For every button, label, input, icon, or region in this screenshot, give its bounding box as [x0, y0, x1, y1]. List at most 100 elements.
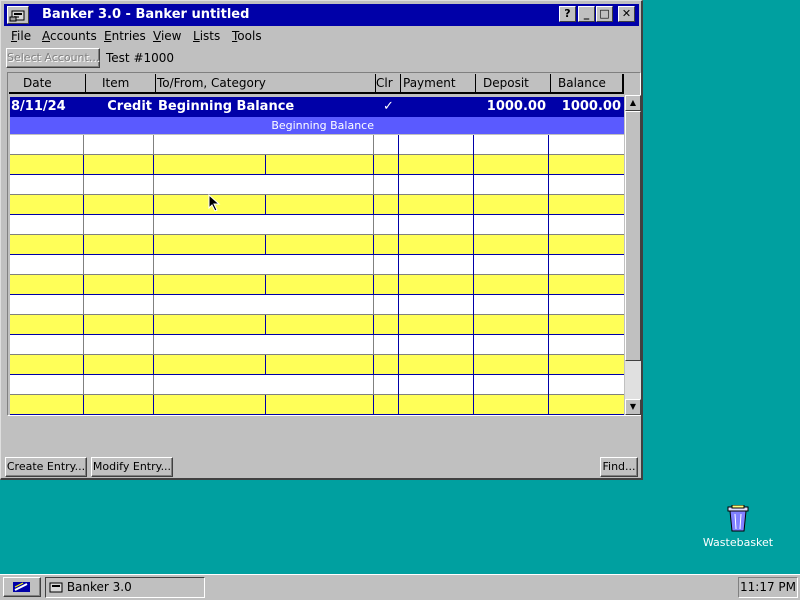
grid-line [265, 355, 266, 375]
entry-to-from: Beginning Balance [158, 99, 295, 114]
grid-line [473, 375, 474, 395]
col-item[interactable]: Item [85, 74, 155, 92]
help-button[interactable]: ? [559, 6, 576, 22]
empty-category-row[interactable] [10, 155, 624, 175]
empty-entry-row[interactable] [10, 375, 624, 395]
grid-line [153, 375, 154, 395]
grid-line [153, 335, 154, 355]
empty-entry-row[interactable] [10, 295, 624, 315]
entry-category: Beginning Balance [271, 119, 374, 132]
find-button[interactable]: Find... [600, 457, 638, 477]
empty-category-row[interactable] [10, 355, 624, 375]
scroll-down-icon[interactable]: ▼ [625, 399, 641, 415]
entry-row-selected-sub[interactable]: Beginning Balance [10, 117, 624, 134]
menu-bar: File Accounts Entries View Lists Tools [4, 27, 639, 46]
col-balance[interactable]: Balance [550, 74, 624, 92]
grid-line [473, 355, 474, 375]
col-deposit[interactable]: Deposit [475, 74, 550, 92]
col-date[interactable]: Date [9, 74, 85, 92]
modify-entry-button[interactable]: Modify Entry... [91, 457, 173, 477]
entry-balance: 1000.00 [561, 99, 621, 114]
grid-line [153, 275, 154, 295]
account-name: Test #1000 [106, 51, 175, 65]
grid-line [153, 255, 154, 275]
banker-window: Banker 3.0 - Banker untitled ? _ □ ✕ Fil… [0, 0, 643, 480]
maximize-button[interactable]: □ [596, 6, 613, 22]
empty-category-row[interactable] [10, 395, 624, 415]
grid-line [265, 315, 266, 335]
minimize-button[interactable]: _ [578, 6, 595, 22]
wastebasket-label: Wastebasket [702, 536, 774, 549]
grid-line [373, 195, 374, 215]
col-to-from-category[interactable]: To/From, Category [155, 74, 375, 92]
grid-line [373, 155, 374, 175]
grid-line [83, 335, 84, 355]
empty-category-row[interactable] [10, 235, 624, 255]
close-button[interactable]: ✕ [618, 6, 635, 22]
grid-line [153, 215, 154, 235]
grid-line [153, 295, 154, 315]
col-payment[interactable]: Payment [400, 74, 475, 92]
title-bar[interactable]: Banker 3.0 - Banker untitled ? _ □ ✕ [4, 4, 639, 26]
grid-line [265, 275, 266, 295]
grid-line [83, 135, 84, 155]
entry-row-selected[interactable]: 8/11/24 Credit Beginning Balance ✓ 1000.… [10, 97, 624, 117]
grid-line [473, 315, 474, 335]
grid-line [548, 335, 549, 355]
menu-entries[interactable]: Entries [104, 29, 146, 43]
col-clr[interactable]: Clr [375, 74, 400, 92]
start-button[interactable] [3, 577, 41, 597]
taskbar-app-button[interactable]: Banker 3.0 [45, 577, 205, 598]
create-entry-button[interactable]: Create Entry... [5, 457, 87, 477]
menu-file[interactable]: File [11, 29, 31, 43]
grid-line [373, 255, 374, 275]
entry-date: 8/11/24 [11, 99, 66, 114]
menu-tools[interactable]: Tools [232, 29, 262, 43]
grid-line [548, 175, 549, 195]
empty-category-row[interactable] [10, 195, 624, 215]
start-icon [13, 582, 30, 592]
scroll-thumb[interactable] [625, 111, 641, 361]
wastebasket-icon [727, 504, 749, 532]
column-header: Date Item To/From, Category Clr Payment … [9, 74, 624, 94]
empty-entry-row[interactable] [10, 175, 624, 195]
grid-line [373, 215, 374, 235]
entry-clr-check[interactable]: ✓ [376, 97, 401, 117]
grid-line [153, 235, 154, 255]
empty-entry-row[interactable] [10, 335, 624, 355]
grid-line [83, 295, 84, 315]
grid-line [398, 315, 399, 335]
menu-accounts[interactable]: Accounts [42, 29, 97, 43]
grid-line [473, 235, 474, 255]
grid-line [153, 355, 154, 375]
empty-entry-row[interactable] [10, 215, 624, 235]
menu-lists[interactable]: Lists [193, 29, 220, 43]
grid-line [265, 395, 266, 415]
grid-line [83, 235, 84, 255]
grid-line [83, 195, 84, 215]
empty-entry-row[interactable] [10, 255, 624, 275]
system-menu-icon[interactable] [7, 6, 29, 24]
empty-entry-row[interactable] [10, 135, 624, 155]
grid-line [473, 275, 474, 295]
grid-line [83, 395, 84, 415]
banker-app-icon [49, 582, 63, 592]
grid-line [373, 295, 374, 315]
grid-line [548, 315, 549, 335]
grid-line [83, 275, 84, 295]
empty-category-row[interactable] [10, 275, 624, 295]
menu-view[interactable]: View [153, 29, 181, 43]
entry-item: Credit [107, 99, 152, 114]
grid-line [373, 355, 374, 375]
mouse-cursor-icon [208, 194, 221, 212]
grid-line [373, 135, 374, 155]
vertical-scrollbar[interactable]: ▲ ▼ [625, 95, 641, 415]
select-account-button[interactable]: Select Account... [6, 48, 100, 68]
wastebasket-desktop-icon[interactable]: Wastebasket [700, 504, 776, 549]
grid-line [398, 275, 399, 295]
empty-category-row[interactable] [10, 315, 624, 335]
register-grid: Date Item To/From, Category Clr Payment … [7, 72, 641, 416]
scroll-up-icon[interactable]: ▲ [625, 95, 641, 111]
window-title: Banker 3.0 - Banker untitled [42, 7, 250, 22]
grid-line [548, 355, 549, 375]
